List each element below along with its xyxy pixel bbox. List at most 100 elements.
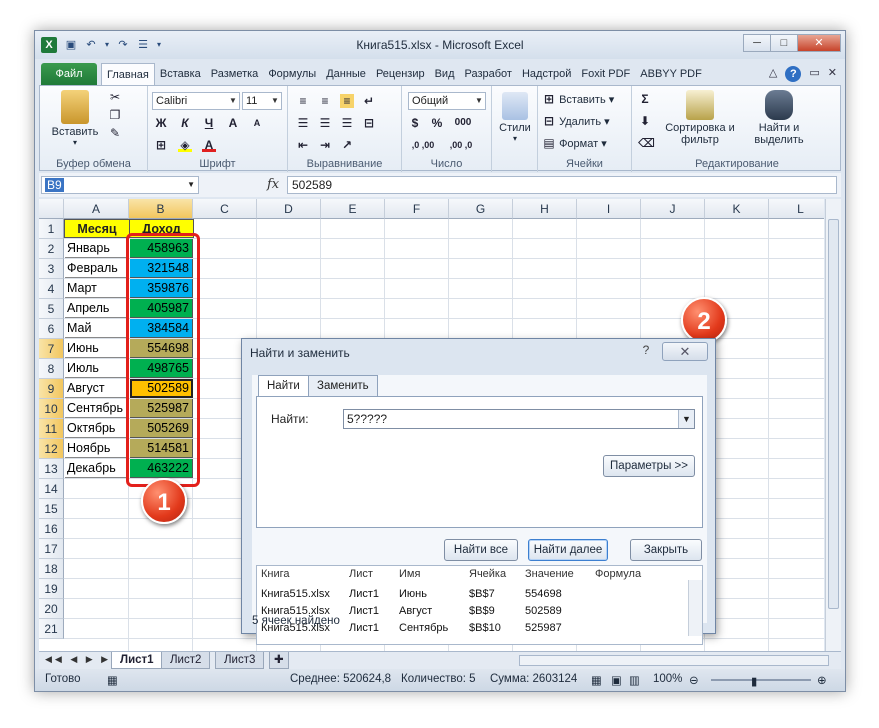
cell-month[interactable]: Сентябрь — [65, 399, 129, 418]
find-select-button[interactable]: Найти и выделить — [740, 90, 818, 146]
restore-icon[interactable]: ▭ — [809, 66, 819, 82]
tab-view[interactable]: Вид — [430, 63, 460, 85]
row-header[interactable]: 8 — [39, 359, 64, 379]
align-right-icon[interactable]: ☰ — [340, 116, 354, 130]
tab-developer[interactable]: Разработ — [460, 63, 517, 85]
find-all-button[interactable]: Найти все — [444, 539, 518, 561]
minimize-ribbon-icon[interactable]: △ — [769, 66, 777, 82]
delete-cells-button[interactable]: ⊟ Удалить ▾ — [542, 114, 610, 128]
formula-input[interactable]: 502589 — [287, 176, 837, 194]
column-header[interactable]: J — [641, 199, 705, 219]
fill-icon[interactable]: ⬇ — [638, 114, 652, 128]
tab-formulas[interactable]: Формулы — [263, 63, 321, 85]
sheet-tab-3[interactable]: Лист3 — [215, 652, 265, 669]
sheet-tab-1[interactable]: Лист1 — [111, 652, 163, 669]
row-header[interactable]: 3 — [39, 259, 64, 279]
results-column-header[interactable]: Формула — [595, 568, 641, 580]
name-box[interactable]: B9 ▼ — [41, 176, 199, 194]
paste-button[interactable]: Вставить ▾ — [46, 90, 104, 147]
autosum-button[interactable]: Σ — [638, 92, 652, 106]
cut-icon[interactable]: ✂ — [108, 90, 122, 104]
help-icon[interactable]: ? — [785, 66, 802, 82]
results-cell[interactable]: Книга515.xlsx — [261, 588, 330, 600]
percent-button[interactable]: % — [430, 116, 444, 130]
row-header[interactable]: 16 — [39, 519, 64, 539]
thousands-button[interactable]: 000 — [452, 116, 474, 130]
sheet-nav-arrows[interactable]: ◀◀ ◀ ▶ ▶▶ — [45, 654, 121, 665]
results-cell[interactable]: Сентябрь — [399, 622, 448, 634]
insert-sheet-icon[interactable]: ✚ — [269, 652, 289, 669]
row-header[interactable]: 18 — [39, 559, 64, 579]
results-cell[interactable]: Июнь — [399, 588, 427, 600]
row-header[interactable]: 5 — [39, 299, 64, 319]
results-cell[interactable]: $B$10 — [469, 622, 501, 634]
column-header[interactable]: I — [577, 199, 641, 219]
column-header[interactable]: G — [449, 199, 513, 219]
normal-view-icon[interactable]: ▦ — [591, 673, 602, 687]
find-next-button[interactable]: Найти далее — [528, 539, 608, 561]
zoom-in-icon[interactable]: ⊕ — [817, 673, 827, 687]
row-header[interactable]: 1 — [39, 219, 64, 239]
results-cell[interactable]: 525987 — [525, 622, 562, 634]
row-header[interactable]: 12 — [39, 439, 64, 459]
cell-month[interactable]: Декабрь — [65, 459, 129, 478]
column-header[interactable]: K — [705, 199, 769, 219]
grow-font-icon[interactable]: A — [226, 116, 240, 130]
results-column-header[interactable]: Лист — [349, 568, 373, 580]
format-cells-button[interactable]: ▤ Формат ▾ — [542, 136, 606, 150]
column-header[interactable]: D — [257, 199, 321, 219]
fx-icon[interactable]: fx — [267, 177, 279, 192]
tab-file[interactable]: Файл — [41, 63, 97, 85]
results-cell[interactable]: 502589 — [525, 605, 562, 617]
bold-button[interactable]: Ж — [154, 116, 168, 130]
close-dialog-button[interactable]: Закрыть — [630, 539, 702, 561]
insert-cells-button[interactable]: ⊞ Вставить ▾ — [542, 92, 614, 106]
close-workbook-icon[interactable]: ✕ — [828, 66, 837, 82]
row-header[interactable]: 10 — [39, 399, 64, 419]
column-header[interactable]: E — [321, 199, 385, 219]
copy-icon[interactable]: ❐ — [108, 108, 122, 122]
increase-decimal-button[interactable]: ,0 ,00 — [408, 138, 438, 152]
column-header[interactable]: L — [769, 199, 824, 219]
zoom-out-icon[interactable]: ⊖ — [689, 673, 699, 687]
tab-replace[interactable]: Заменить — [308, 375, 378, 396]
results-cell[interactable]: Лист1 — [349, 622, 379, 634]
increase-indent-icon[interactable]: ⇥ — [318, 138, 332, 152]
results-cell[interactable]: Лист1 — [349, 605, 379, 617]
column-header[interactable]: B — [129, 199, 193, 219]
wrap-text-icon[interactable]: ↵ — [362, 94, 376, 108]
page-break-icon[interactable]: ▥ — [629, 673, 640, 687]
borders-icon[interactable]: ⊞ — [154, 138, 168, 152]
font-color-icon[interactable]: A — [202, 138, 216, 152]
results-cell[interactable]: $B$9 — [469, 605, 495, 617]
sort-filter-button[interactable]: Сортировка и фильтр — [662, 90, 738, 146]
align-middle-icon[interactable]: ≡ — [318, 94, 332, 108]
zoom-slider-thumb[interactable]: ▮ — [751, 674, 757, 688]
select-all-corner[interactable] — [39, 199, 64, 219]
underline-button[interactable]: Ч — [202, 116, 216, 130]
row-header[interactable]: 11 — [39, 419, 64, 439]
results-cell[interactable]: Лист1 — [349, 588, 379, 600]
tab-review[interactable]: Рецензир — [371, 63, 430, 85]
column-header[interactable]: C — [193, 199, 257, 219]
column-header[interactable]: F — [385, 199, 449, 219]
tab-data[interactable]: Данные — [321, 63, 371, 85]
font-name-combo[interactable]: Calibri ▼ — [152, 92, 240, 110]
tab-find[interactable]: Найти — [258, 375, 309, 397]
tab-layout[interactable]: Разметка — [206, 63, 264, 85]
results-cell[interactable]: Август — [399, 605, 432, 617]
cell-month[interactable]: Май — [65, 319, 129, 338]
zoom-slider[interactable] — [711, 679, 811, 681]
tab-addins[interactable]: Надстрой — [517, 63, 576, 85]
cell-month[interactable]: Август — [65, 379, 129, 398]
options-button[interactable]: Параметры >> — [603, 455, 695, 477]
row-header[interactable]: 4 — [39, 279, 64, 299]
currency-icon[interactable]: $ — [408, 116, 422, 130]
results-cell[interactable]: $B$7 — [469, 588, 495, 600]
cell-month[interactable]: Март — [65, 279, 129, 298]
fill-color-icon[interactable]: ◈ — [178, 138, 192, 152]
tab-foxit-pdf[interactable]: Foxit PDF — [576, 63, 635, 85]
cell-month[interactable]: Октябрь — [65, 419, 129, 438]
shrink-font-icon[interactable]: A — [250, 116, 264, 130]
chevron-down-icon[interactable]: ▼ — [678, 410, 694, 428]
